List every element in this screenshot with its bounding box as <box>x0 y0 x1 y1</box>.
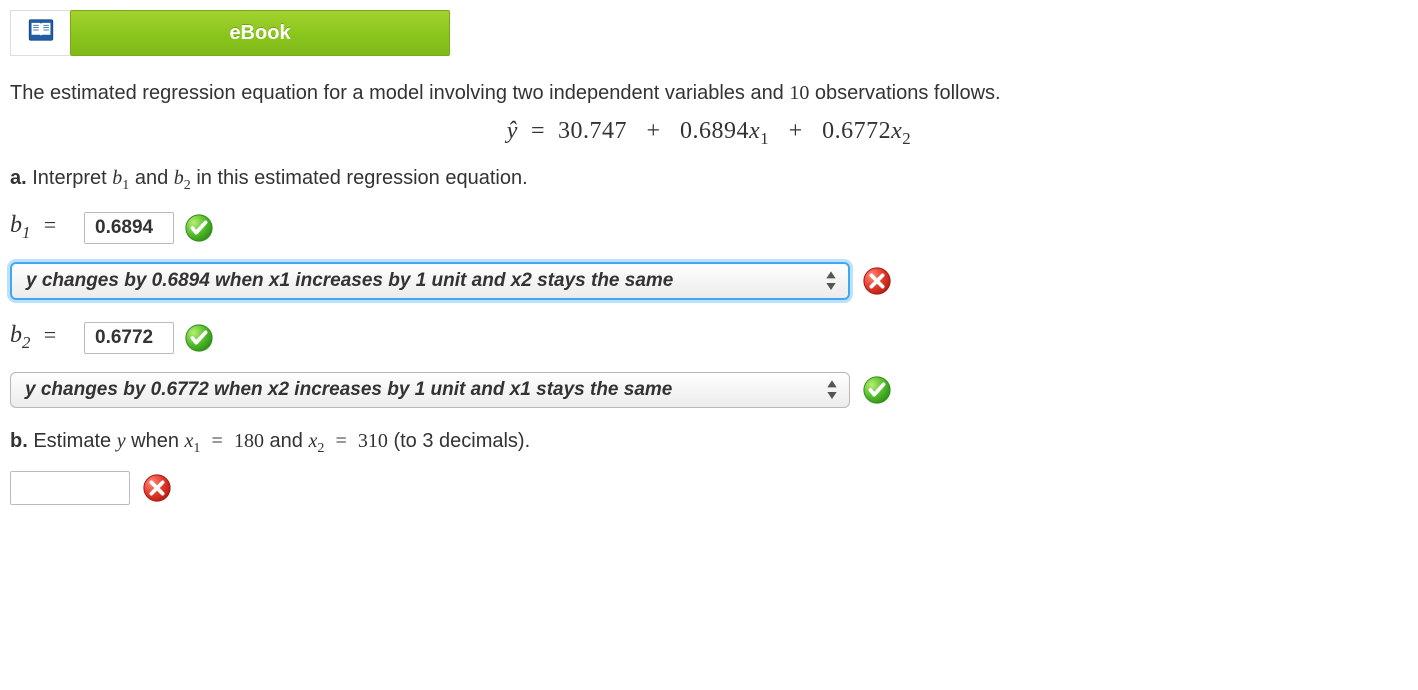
eq-b2-coef: 0.6772 <box>822 118 891 144</box>
part-b-x1-sub: 1 <box>193 441 200 456</box>
part-b-y: y <box>117 430 126 452</box>
ebook-icon-wrap[interactable] <box>10 10 70 56</box>
b1-interpret-select[interactable]: y changes by 0.6894 when x1 increases by… <box>10 262 850 300</box>
part-b-eq1: = <box>212 430 223 452</box>
part-b-answer-input[interactable] <box>10 471 130 505</box>
b2-var-letter: b <box>10 322 22 348</box>
ebook-button[interactable]: eBook <box>70 10 450 56</box>
b2-interpret-select[interactable]: y changes by 0.6772 when x2 increases by… <box>10 372 850 408</box>
intro-n: 10 <box>789 82 809 104</box>
eq-intercept: 30.747 <box>558 118 627 144</box>
part-a-b2-sub: 2 <box>184 178 191 193</box>
intro-text: The estimated regression equation for a … <box>10 78 1408 108</box>
eq-plus-1: + <box>647 118 661 144</box>
check-icon <box>184 323 214 353</box>
part-b-eq2: = <box>335 430 346 452</box>
cross-icon <box>142 473 172 503</box>
b2-var: b2 = <box>10 322 74 353</box>
part-a-b1-sub: 1 <box>122 178 129 193</box>
b2-row: b2 = 0.6772 <box>10 322 1408 354</box>
ebook-row: eBook <box>10 10 1408 56</box>
updown-icon <box>824 271 838 291</box>
part-a-suffix: in this estimated regression equation. <box>196 167 527 189</box>
b1-var-sub: 1 <box>22 223 30 242</box>
b2-interpret-row: y changes by 0.6772 when x2 increases by… <box>10 372 1408 408</box>
part-b-x2: x <box>308 430 317 452</box>
ebook-button-label: eBook <box>229 22 290 45</box>
part-b-when: when <box>131 430 184 452</box>
part-b-prefix: Estimate <box>33 430 116 452</box>
b1-interpret-row: y changes by 0.6894 when x1 increases by… <box>10 262 1408 300</box>
eq-x1: x <box>749 118 760 144</box>
eq-plus-2: + <box>789 118 803 144</box>
book-icon <box>28 19 54 47</box>
b1-value-box[interactable]: 0.6894 <box>84 212 174 244</box>
intro-prefix: The estimated regression equation for a … <box>10 82 789 104</box>
regression-equation: ŷ = 30.747 + 0.6894x1 + 0.6772x2 <box>10 118 1408 149</box>
part-a-label: a. <box>10 167 27 189</box>
b2-value: 0.6772 <box>95 327 153 348</box>
eq-yhat: ŷ <box>507 118 518 144</box>
b1-var: b1 = <box>10 212 74 243</box>
eq-x2-sub: 2 <box>902 129 911 148</box>
b2-eq: = <box>42 322 57 347</box>
part-a-b2: b <box>174 167 184 189</box>
b2-value-box[interactable]: 0.6772 <box>84 322 174 354</box>
b1-var-letter: b <box>10 212 22 238</box>
check-icon <box>184 213 214 243</box>
eq-b1-coef: 0.6894 <box>680 118 749 144</box>
b1-row: b1 = 0.6894 <box>10 212 1408 244</box>
part-b-x2-sub: 2 <box>317 441 324 456</box>
part-b-label: b. <box>10 430 28 452</box>
part-b-prompt: b. Estimate y when x1 = 180 and x2 = 310… <box>10 430 1408 457</box>
part-a-prompt: a. Interpret b1 and b2 in this estimated… <box>10 167 1408 194</box>
eq-x1-sub: 1 <box>760 129 769 148</box>
b1-value: 0.6894 <box>95 217 153 238</box>
b1-eq: = <box>42 212 57 237</box>
eq-x2: x <box>891 118 902 144</box>
updown-icon <box>825 380 839 400</box>
intro-suffix: observations follows. <box>809 82 1000 104</box>
part-a-and: and <box>135 167 174 189</box>
part-a-prefix: Interpret <box>32 167 112 189</box>
cross-icon <box>862 266 892 296</box>
part-b-v1: 180 <box>234 430 264 452</box>
part-a-b1: b <box>112 167 122 189</box>
check-icon <box>862 375 892 405</box>
b1-interpret-text: y changes by 0.6894 when x1 increases by… <box>26 270 673 292</box>
part-b-v2: 310 <box>358 430 388 452</box>
part-b-and: and <box>270 430 309 452</box>
b2-interpret-text: y changes by 0.6772 when x2 increases by… <box>25 379 672 401</box>
part-b-suffix: (to 3 decimals). <box>393 430 530 452</box>
part-b-answer-row <box>10 471 1408 505</box>
b2-var-sub: 2 <box>22 333 30 352</box>
eq-equals: = <box>531 118 545 144</box>
